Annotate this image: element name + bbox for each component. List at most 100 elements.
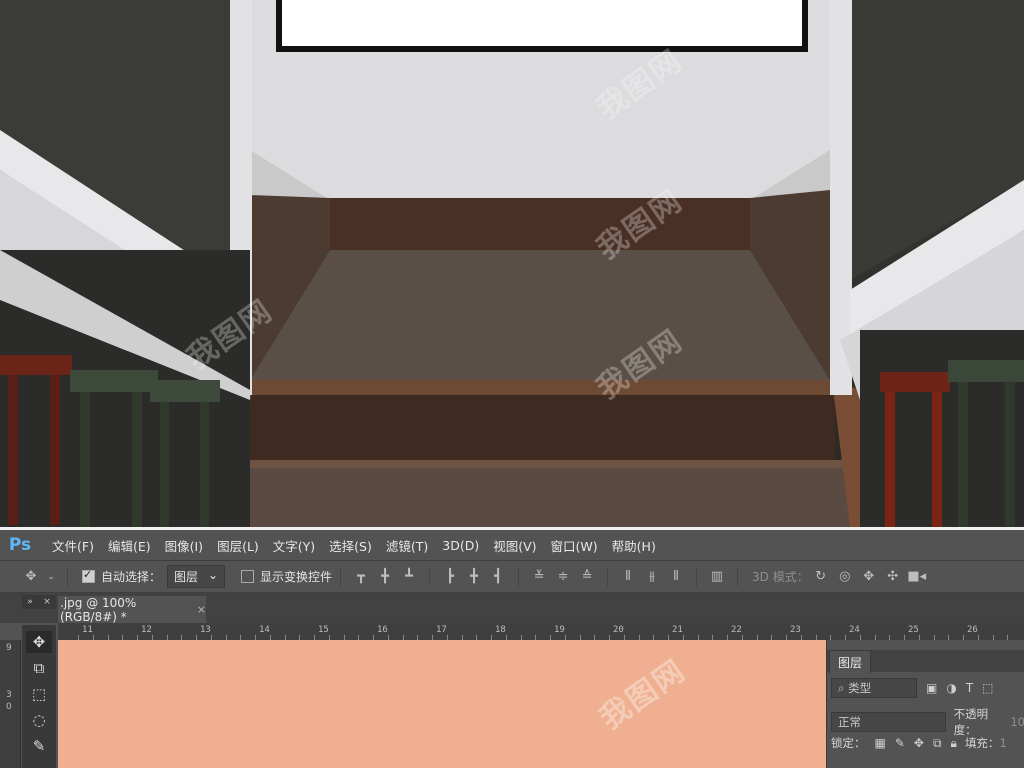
document-tab-title: .jpg @ 100%(RGB/8#) * [60,595,137,624]
ruler-label: 16 [377,625,388,635]
ruler-label: 3 [6,690,12,700]
lasso-tool-icon[interactable]: ◌ [26,709,52,731]
align-vcenter-icon[interactable]: ╋ [376,569,394,585]
align-left-icon[interactable]: ┣ [441,569,459,585]
divider [737,567,739,586]
auto-select-label: 自动选择： [101,570,162,584]
divider [340,567,342,586]
move-tool-icon[interactable]: ✥ [26,631,52,653]
lock-all-icon[interactable]: 🔒︎ [951,736,957,751]
divider [696,567,698,586]
ruler-label: 26 [967,625,978,635]
move-tool-icon[interactable]: ✥ [22,569,40,585]
shape-filter-icon[interactable]: ⬚ [982,681,993,695]
ruler-label: 12 [141,625,152,635]
ruler-label: 21 [672,625,683,635]
background-photo: 我图网 我图网 我图网 我图网 [0,0,1024,527]
menu-help[interactable]: 帮助(H) [612,536,656,555]
ruler-label: 22 [731,625,742,635]
divider [429,567,431,586]
ruler-label: 11 [82,625,93,635]
options-bar: ✥ ⌄ 自动选择： 图层 ⌄ 显示变换控件 ┳ ╋ ┻ ┣ ╋ ┫ ≚ ≑ ≙ … [0,560,1024,593]
vertical-ruler: 9 3 0 [0,640,21,768]
photoshop-logo: Ps [8,535,32,555]
artboard-tool-icon[interactable]: ⧉ [26,657,52,679]
quick-select-tool-icon[interactable]: ✎ [26,735,52,757]
divider [607,567,609,586]
fill-label: 填充： [964,736,1000,750]
divider [67,567,68,586]
layer-filter-row: ⌕ 类型 ▣ ◑ T ⬚ [831,678,994,698]
menu-file[interactable]: 文件(F) [52,536,94,555]
distribute-top-icon[interactable]: ≚ [530,569,548,585]
auto-select-value: 图层 [174,570,199,584]
lock-position-icon[interactable]: ✥ [914,736,924,750]
menu-view[interactable]: 视图(V) [493,536,536,555]
watermark-text: 我图网 [593,653,693,737]
close-icon[interactable]: × [43,597,51,607]
chevron-down-icon[interactable]: ⌄ [46,569,56,585]
menu-window[interactable]: 窗口(W) [551,536,598,555]
lock-paint-icon[interactable]: ✎ [895,736,905,750]
lock-transparent-icon[interactable]: ▦ [875,736,886,750]
chevron-down-icon: ⌄ [207,568,219,582]
ruler-label: 9 [6,643,12,653]
document-canvas[interactable]: 我图网 [58,640,826,768]
document-tab-row: » × .jpg @ 100%(RGB/8#) * × [0,593,1024,624]
menu-edit[interactable]: 编辑(E) [108,536,151,555]
auto-select-checkbox[interactable] [82,568,95,583]
menu-3d[interactable]: 3D(D) [442,538,479,553]
fill-value[interactable]: 1 [999,736,1006,750]
filter-kind-select[interactable]: ⌕ 类型 [831,678,917,698]
toolbox: ✥ ⧉ ⬚ ◌ ✎ [22,625,56,768]
align-bottom-icon[interactable]: ┻ [400,569,418,585]
3d-slide-icon[interactable]: ✣ [884,569,902,585]
ruler-label: 13 [200,625,211,635]
opacity-value[interactable]: 10 [1010,715,1024,729]
distribute-bottom-icon[interactable]: ≙ [578,569,596,585]
ruler-label: 19 [554,625,565,635]
align-top-icon[interactable]: ┳ [352,569,370,585]
align-right-icon[interactable]: ┫ [489,569,507,585]
auto-select-dropdown[interactable]: 图层 ⌄ [167,565,226,588]
blend-row: 正常 不透明度： 10 [831,706,1024,738]
3d-scale-icon[interactable]: ■◂ [907,569,926,585]
menu-image[interactable]: 图像(I) [165,536,203,555]
collapse-icon[interactable]: » [27,597,33,607]
distribute-vcenter-icon[interactable]: ≑ [554,569,572,585]
adjustment-filter-icon[interactable]: ◑ [946,681,956,695]
lock-row: 锁定： ▦ ✎ ✥ ⧉ 🔒︎ 填充： 1 [831,735,1007,751]
lock-artboard-icon[interactable]: ⧉ [933,736,942,751]
type-filter-icon[interactable]: T [966,681,973,695]
menu-layer[interactable]: 图层(L) [217,536,259,555]
menu-filter[interactable]: 滤镜(T) [386,536,428,555]
3d-drag-icon[interactable]: ✥ [860,569,878,585]
layers-panel: 图层 ⌕ 类型 ▣ ◑ T ⬚ 正常 不透明度： 10 锁定： ▦ ✎ ✥ ⧉ … [826,640,1024,768]
filter-kind-label: 类型 [848,681,872,695]
auto-align-icon[interactable]: ▥ [708,569,726,585]
ruler-label: 17 [436,625,447,635]
marquee-tool-icon[interactable]: ⬚ [26,683,52,705]
distribute-left-icon[interactable]: ⫴ [619,569,637,585]
distribute-right-icon[interactable]: ⫴ [667,569,685,585]
document-tab[interactable]: .jpg @ 100%(RGB/8#) * × [58,595,206,624]
align-hcenter-icon[interactable]: ╋ [465,569,483,585]
close-icon[interactable]: × [197,603,206,616]
image-filter-icon[interactable]: ▣ [926,681,937,695]
menu-bar: Ps 文件(F) 编辑(E) 图像(I) 图层(L) 文字(Y) 选择(S) 滤… [0,527,1024,560]
horizontal-ruler: 11 12 13 14 15 16 17 18 19 20 21 22 23 2… [58,623,1024,641]
distribute-hcenter-icon[interactable]: ⫵ [643,569,661,585]
opacity-label: 不透明度： [953,707,989,737]
show-transform-label: 显示变换控件 [260,570,333,584]
menu-select[interactable]: 选择(S) [329,536,372,555]
tab-layers[interactable]: 图层 [829,650,871,673]
toolbox-header: » × [22,595,56,609]
3d-rotate-icon[interactable]: ↻ [812,569,830,585]
3d-mode-label: 3D 模式： [752,570,809,584]
show-transform-checkbox[interactable] [241,570,255,583]
3d-roll-icon[interactable]: ◎ [836,569,854,585]
menu-type[interactable]: 文字(Y) [273,536,315,555]
blend-mode-select[interactable]: 正常 [831,712,946,732]
ruler-label: 18 [495,625,506,635]
ruler-label: 24 [849,625,860,635]
